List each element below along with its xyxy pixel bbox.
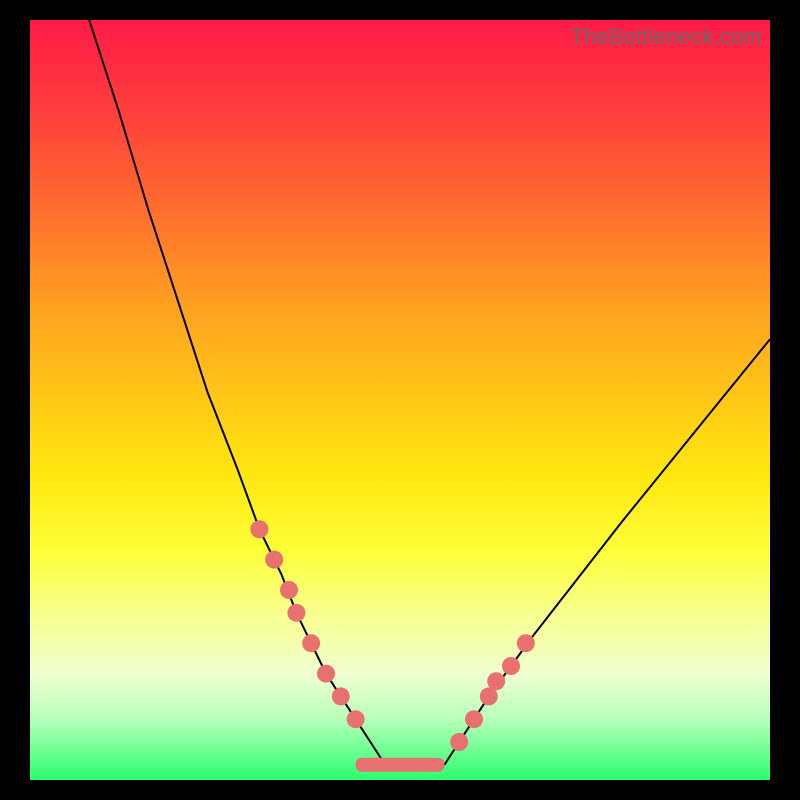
floor-band [356, 758, 445, 772]
marker-dot [487, 672, 505, 690]
marker-dot [317, 665, 335, 683]
marker-dot [287, 604, 305, 622]
markers-left [250, 520, 364, 728]
marker-dot [450, 733, 468, 751]
marker-dot [265, 551, 283, 569]
marker-dot [465, 710, 483, 728]
plot-area: TheBottleneck.com [30, 20, 770, 780]
marker-dot [517, 634, 535, 652]
marker-dot [332, 687, 350, 705]
chart-frame: TheBottleneck.com [0, 0, 800, 800]
marker-dot [280, 581, 298, 599]
marker-dot [250, 520, 268, 538]
marker-dot [347, 710, 365, 728]
marker-dot [502, 657, 520, 675]
curve-layer [30, 20, 770, 780]
marker-dot [302, 634, 320, 652]
left-curve [89, 20, 385, 765]
